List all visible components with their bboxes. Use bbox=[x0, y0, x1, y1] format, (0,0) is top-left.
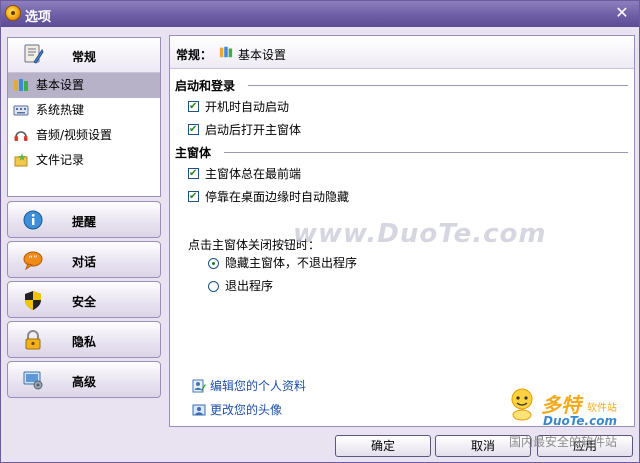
basic-settings-icon bbox=[219, 46, 233, 58]
option-label: 隐藏主窗体，不退出程序 bbox=[225, 256, 358, 270]
nav-group-security[interactable]: 安全 bbox=[7, 281, 161, 318]
breadcrumb: 常规： 基本设置 bbox=[170, 36, 634, 69]
sidebar-item-label: 基本设置 bbox=[36, 78, 85, 92]
info-icon bbox=[23, 210, 43, 230]
lock-icon bbox=[25, 330, 41, 350]
watermark-domain: DuoTe.com bbox=[543, 414, 617, 428]
watermark-logo-sub: 软件站 bbox=[587, 403, 617, 414]
headset-icon bbox=[14, 131, 28, 141]
title-bar[interactable]: 选项 ✕ bbox=[1, 1, 639, 27]
nav-header-general[interactable]: 常规 bbox=[8, 38, 160, 73]
sidebar-item-label: 文件记录 bbox=[36, 153, 85, 167]
app-logo-icon bbox=[5, 5, 21, 21]
sidebar-item-label: 系统热键 bbox=[36, 103, 85, 117]
breadcrumb-category: 常规： bbox=[176, 48, 213, 62]
section-title-startup: 启动和登录 bbox=[175, 79, 236, 93]
sidebar-item-audio-video[interactable]: 音频/视频设置 bbox=[8, 123, 160, 148]
option-label: 开机时自动启动 bbox=[205, 100, 290, 114]
link-label: 编辑您的个人资料 bbox=[210, 379, 307, 393]
nav-group-label: 对话 bbox=[72, 255, 97, 269]
always-on-top-checkbox[interactable] bbox=[188, 166, 199, 182]
sidebar-item-basic-settings[interactable]: 基本设置 bbox=[8, 73, 160, 98]
section-divider bbox=[248, 85, 628, 86]
close-icon[interactable]: ✕ bbox=[613, 4, 631, 22]
edit-profile-icon bbox=[192, 379, 206, 393]
open-main-window-checkbox[interactable] bbox=[188, 122, 199, 138]
chat-bubble-icon: “” bbox=[23, 251, 43, 271]
center-watermark: www.DuoTe.com bbox=[293, 219, 547, 249]
nav-group-chat[interactable]: “” 对话 bbox=[7, 241, 161, 278]
nav-group-privacy[interactable]: 隐私 bbox=[7, 321, 161, 358]
nav-group-reminder[interactable]: 提醒 bbox=[7, 201, 161, 238]
advanced-settings-icon bbox=[23, 371, 43, 390]
exit-program-radio[interactable] bbox=[208, 281, 219, 292]
general-settings-icon bbox=[24, 44, 44, 64]
watermark-tagline: 国内最安全的软件站 bbox=[509, 435, 618, 449]
section-divider bbox=[224, 152, 628, 153]
nav-group-advanced[interactable]: 高级 bbox=[7, 361, 161, 398]
file-record-icon bbox=[14, 153, 28, 167]
hide-main-window-radio[interactable] bbox=[208, 258, 219, 269]
window-title: 选项 bbox=[25, 10, 52, 25]
sidebar-item-system-hotkey[interactable]: 系统热键 bbox=[8, 98, 160, 123]
option-label: 退出程序 bbox=[225, 279, 274, 293]
nav-group-label: 隐私 bbox=[72, 335, 97, 349]
option-label: 启动后打开主窗体 bbox=[205, 123, 302, 137]
left-nav: 常规 基本设置 系统热键 音频/视频设置 文件记录 提醒 “” 对话 安全 隐私… bbox=[5, 35, 161, 425]
breadcrumb-page: 基本设置 bbox=[238, 48, 287, 62]
hotkey-icon bbox=[13, 105, 29, 116]
mascot-icon bbox=[511, 388, 533, 421]
nav-group-label: 高级 bbox=[72, 375, 97, 389]
avatar-icon bbox=[192, 404, 206, 416]
ok-button[interactable]: 确定 bbox=[335, 435, 431, 457]
auto-hide-checkbox[interactable] bbox=[188, 189, 199, 205]
sidebar-item-label: 音频/视频设置 bbox=[36, 128, 113, 142]
link-label: 更改您的头像 bbox=[210, 403, 283, 417]
basic-settings-icon bbox=[14, 79, 28, 91]
shield-icon bbox=[25, 291, 41, 310]
sidebar-item-file-record[interactable]: 文件记录 bbox=[8, 148, 160, 173]
nav-group-label: 安全 bbox=[72, 295, 97, 309]
auto-start-checkbox[interactable] bbox=[188, 99, 199, 115]
option-label: 主窗体总在最前端 bbox=[205, 167, 302, 181]
section-title-main-window: 主窗体 bbox=[175, 146, 212, 160]
nav-group-general: 常规 基本设置 系统热键 音频/视频设置 文件记录 bbox=[7, 37, 161, 197]
option-label: 停靠在桌面边缘时自动隐藏 bbox=[205, 190, 350, 204]
nav-header-label: 常规 bbox=[72, 50, 97, 64]
nav-group-label: 提醒 bbox=[72, 215, 97, 229]
options-dialog: 选项 ✕ 常规 基本设置 系统热键 音频/视频设置 文件记录 提醒 “” 对话 … bbox=[0, 0, 640, 463]
svg-text:“”: “” bbox=[28, 255, 37, 265]
